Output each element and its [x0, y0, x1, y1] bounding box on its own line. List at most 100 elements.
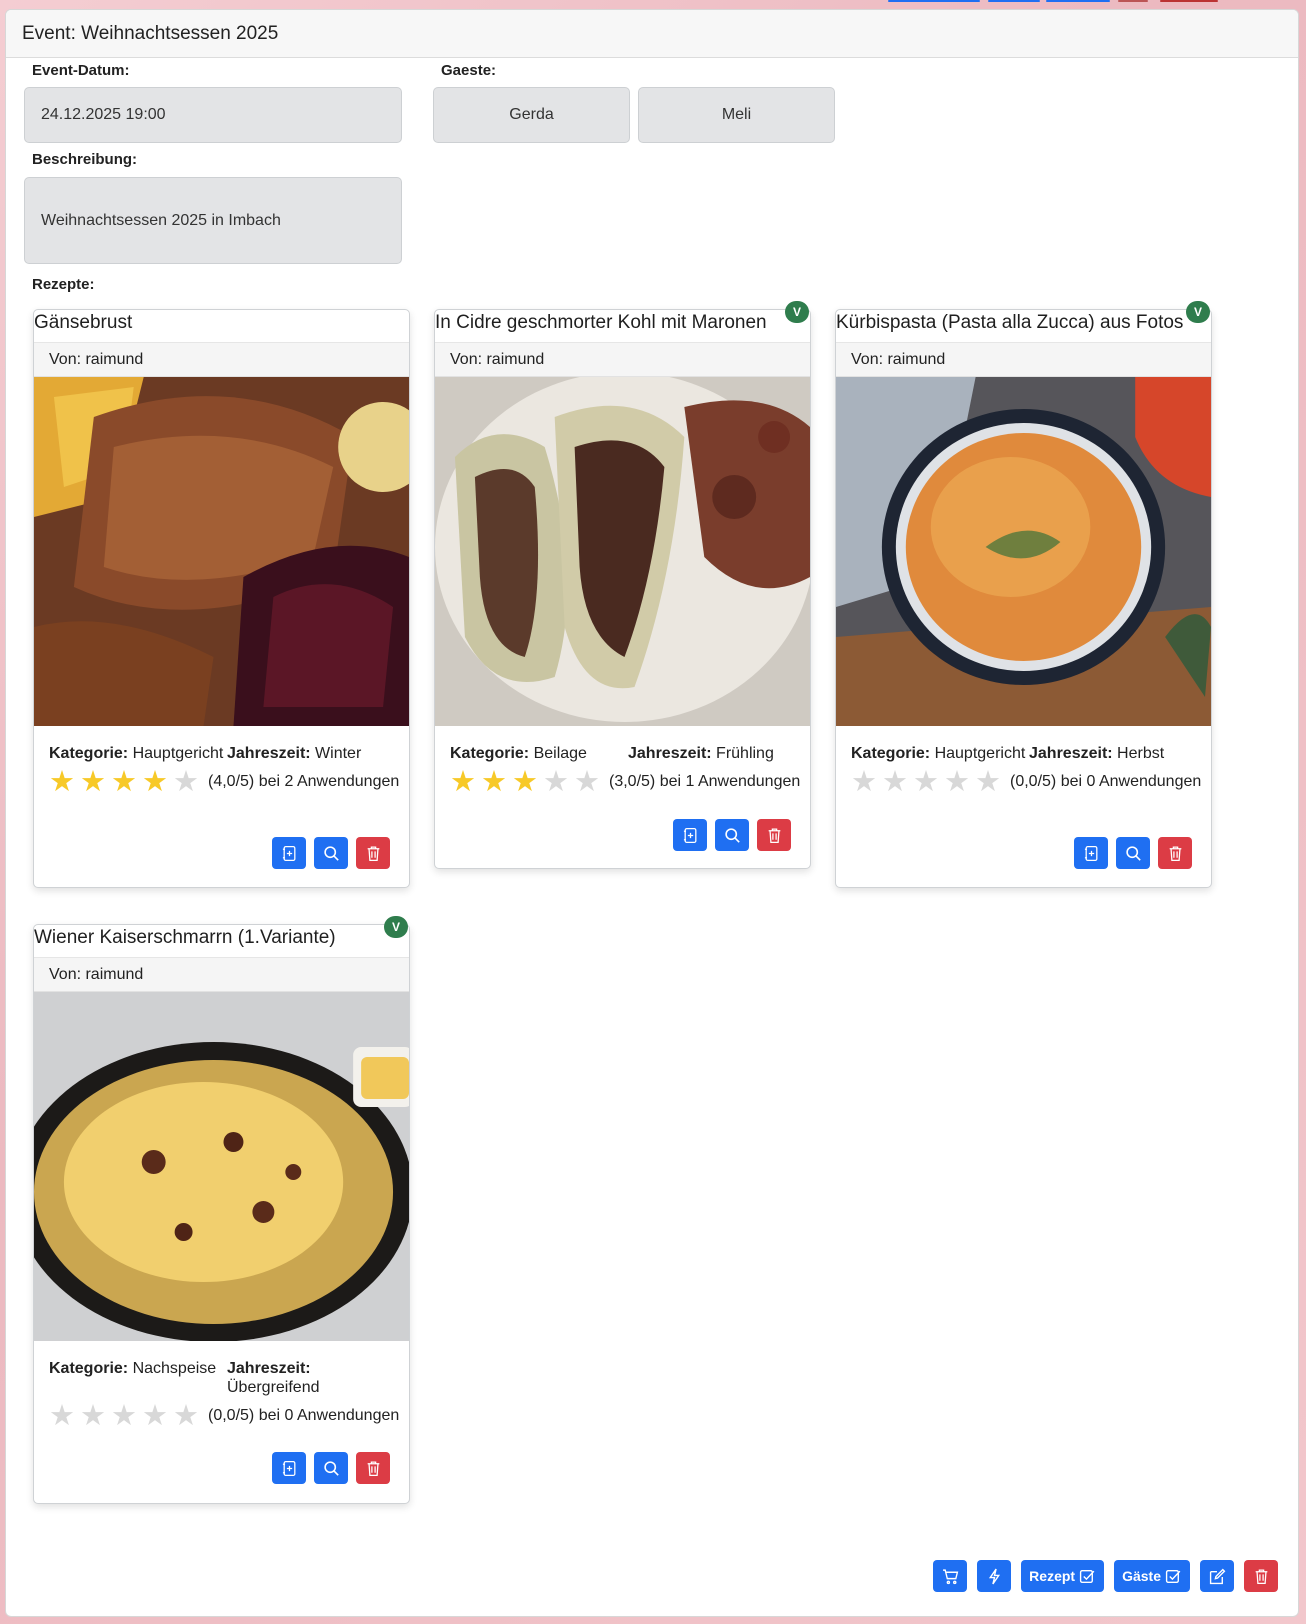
recipe-title[interactable]: Kürbispasta (Pasta alla Zucca) aus Fotos — [836, 310, 1211, 342]
trash-icon — [1255, 1568, 1267, 1584]
pencil-square-icon — [1209, 1568, 1225, 1584]
recipe-title[interactable]: Wiener Kaiserschmarrn (1.Variante) — [34, 925, 409, 957]
rating-text: (3,0/5) bei 1 Anwendungen — [609, 773, 801, 790]
view-recipe-button[interactable] — [314, 837, 348, 869]
star-icon[interactable]: ★ — [975, 767, 1006, 797]
datum-field: 24.12.2025 19:00 — [24, 87, 402, 143]
lightning-icon — [988, 1568, 1000, 1584]
datum-value: 24.12.2025 19:00 — [41, 106, 166, 123]
recipe-card: Wiener Kaiserschmarrn (1.Variante) Von: … — [33, 916, 410, 1504]
trash-icon — [367, 1460, 379, 1476]
vegetarian-badge: V — [785, 301, 809, 323]
background-button — [1160, 0, 1218, 2]
guest-name: Meli — [721, 106, 752, 123]
recipe-image[interactable] — [34, 377, 409, 726]
trash-icon — [367, 845, 379, 861]
star-icon[interactable]: ★ — [450, 767, 481, 797]
guest-chip[interactable]: Gerda — [433, 87, 630, 143]
delete-recipe-button[interactable] — [757, 819, 791, 851]
rating-text: (4,0/5) bei 2 Anwendungen — [208, 773, 400, 790]
star-icon[interactable]: ★ — [481, 767, 512, 797]
quick-action-button[interactable] — [977, 1560, 1012, 1592]
add-to-plan-button[interactable] — [272, 1452, 306, 1484]
cart-icon — [942, 1568, 958, 1584]
star-icon[interactable]: ★ — [142, 767, 173, 797]
check-square-icon — [1165, 1569, 1181, 1583]
star-icon[interactable]: ★ — [111, 1401, 142, 1431]
background-button — [888, 0, 980, 2]
star-icon[interactable]: ★ — [913, 767, 944, 797]
background-button — [1118, 0, 1148, 2]
rating: ★ ★ ★ ★ ★ (0,0/5) bei 0 Anwendungen — [34, 1401, 409, 1431]
recipe-title[interactable]: In Cidre geschmorter Kohl mit Maronen — [435, 310, 810, 342]
guest-chip[interactable]: Meli — [638, 87, 835, 143]
dialog-title: Event: Weihnachtsessen 2025 — [22, 22, 279, 44]
rating-text: (0,0/5) bei 0 Anwendungen — [208, 1407, 400, 1424]
delete-event-button[interactable] — [1244, 1560, 1278, 1592]
recipe-author: Von: raimund — [836, 342, 1211, 377]
journal-plus-icon — [1084, 845, 1097, 861]
search-icon — [323, 1460, 339, 1476]
footer-actions: Rezept Gäste — [933, 1560, 1278, 1592]
vegetarian-badge: V — [384, 916, 408, 938]
recipe-author: Von: raimund — [435, 342, 810, 377]
view-recipe-button[interactable] — [1116, 837, 1150, 869]
star-icon[interactable]: ★ — [111, 767, 142, 797]
recipe-meta: Kategorie: Hauptgericht Jahreszeit: Herb… — [836, 726, 1211, 763]
event-dialog: Event: Weihnachtsessen 2025 Event-Datum:… — [5, 9, 1299, 1617]
star-icon[interactable]: ★ — [142, 1401, 173, 1431]
journal-plus-icon — [282, 1460, 295, 1476]
star-icon[interactable]: ★ — [80, 767, 111, 797]
edit-event-button[interactable] — [1200, 1560, 1234, 1592]
season-key: Jahreszeit: — [227, 745, 311, 762]
recipe-title[interactable]: Gänsebrust — [34, 310, 409, 342]
card-actions — [272, 837, 390, 869]
rating: ★ ★ ★ ★ ★ (3,0/5) bei 1 Anwendungen — [435, 767, 810, 797]
delete-recipe-button[interactable] — [1158, 837, 1192, 869]
recipe-card: Gänsebrust Von: raimund Kategorie: Haupt… — [33, 309, 410, 888]
gaeste-check-button[interactable]: Gäste — [1114, 1560, 1190, 1592]
star-icon[interactable]: ★ — [173, 767, 204, 797]
recipe-card: In Cidre geschmorter Kohl mit Maronen Vo… — [434, 301, 811, 869]
vegetarian-badge: V — [1186, 301, 1210, 323]
beschreibung-field: Weihnachtsessen 2025 in Imbach — [24, 177, 402, 264]
add-to-plan-button[interactable] — [673, 819, 707, 851]
recipe-author: Von: raimund — [34, 957, 409, 992]
datum-label: Event-Datum: — [32, 62, 130, 79]
star-icon[interactable]: ★ — [944, 767, 975, 797]
star-icon[interactable]: ★ — [49, 767, 80, 797]
star-icon[interactable]: ★ — [882, 767, 913, 797]
rezept-check-button[interactable]: Rezept — [1021, 1560, 1105, 1592]
search-icon — [724, 827, 740, 843]
category-value: Beilage — [533, 745, 587, 762]
star-icon[interactable]: ★ — [543, 767, 574, 797]
delete-recipe-button[interactable] — [356, 1452, 390, 1484]
view-recipe-button[interactable] — [314, 1452, 348, 1484]
add-to-plan-button[interactable] — [1074, 837, 1108, 869]
season-value: Winter — [315, 745, 362, 762]
star-icon[interactable]: ★ — [80, 1401, 111, 1431]
star-icon[interactable]: ★ — [173, 1401, 204, 1431]
season-key: Jahreszeit: — [227, 1360, 311, 1377]
star-icon[interactable]: ★ — [574, 767, 605, 797]
shopping-cart-button[interactable] — [933, 1560, 968, 1592]
star-icon[interactable]: ★ — [49, 1401, 80, 1431]
category-key: Kategorie: — [450, 745, 530, 762]
category-value: Hauptgericht — [934, 745, 1026, 762]
check-square-icon — [1079, 1569, 1095, 1583]
view-recipe-button[interactable] — [715, 819, 749, 851]
recipe-image[interactable] — [34, 992, 409, 1341]
category-key: Kategorie: — [851, 745, 931, 762]
gaeste-button-label: Gäste — [1122, 1568, 1161, 1584]
recipe-image[interactable] — [836, 377, 1211, 726]
recipe-image[interactable] — [435, 377, 810, 726]
recipe-card: Kürbispasta (Pasta alla Zucca) aus Fotos… — [835, 301, 1212, 888]
star-icon[interactable]: ★ — [851, 767, 882, 797]
journal-plus-icon — [282, 845, 295, 861]
category-value: Nachspeise — [132, 1360, 217, 1377]
card-actions — [673, 819, 791, 851]
star-icon[interactable]: ★ — [512, 767, 543, 797]
add-to-plan-button[interactable] — [272, 837, 306, 869]
dialog-header: Event: Weihnachtsessen 2025 — [6, 10, 1298, 58]
delete-recipe-button[interactable] — [356, 837, 390, 869]
